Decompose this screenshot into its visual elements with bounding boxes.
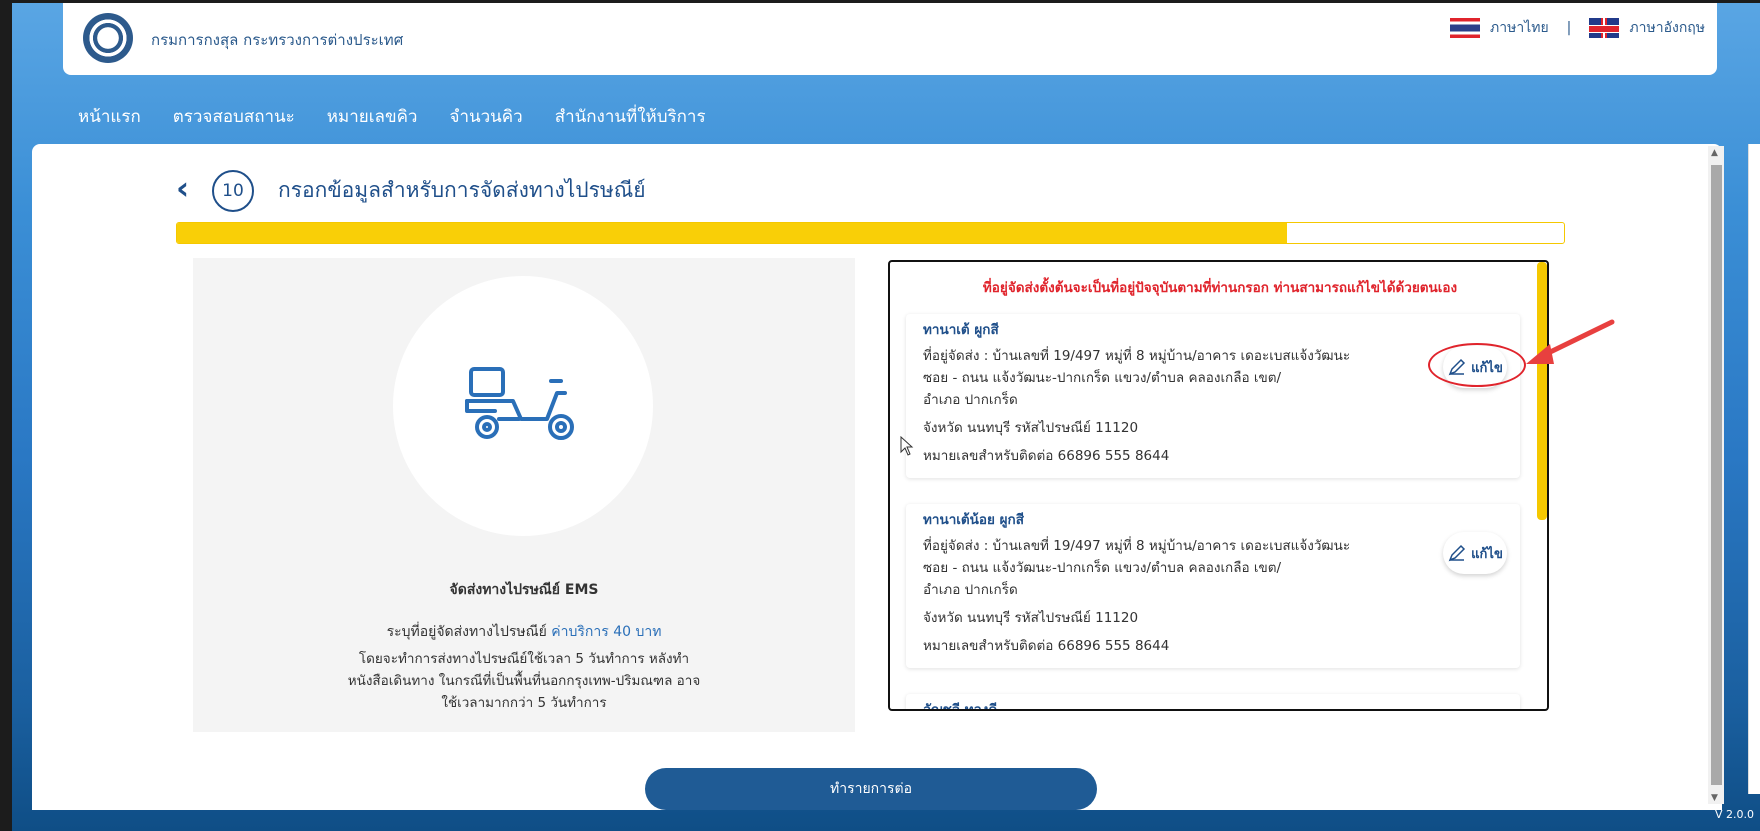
right-edge-panel [1748,144,1760,794]
address-list-scrollbar[interactable] [1537,262,1547,520]
back-chevron-icon[interactable]: ‹ [176,172,189,204]
address-phone: หมายเลขสำหรับติดต่อ 66896 555 8644 [923,638,1170,654]
lang-english-link[interactable]: ภาษาอังกฤษ [1629,17,1705,39]
address-card[interactable]: ทานาเต้ ผูกสี ที่อยู่จัดส่ง : บ้านเลขที่… [906,314,1520,478]
scroll-up-arrow-icon[interactable]: ▲ [1711,148,1718,158]
ems-address-label: ระบุที่อยู่จัดส่งทางไปรษณีย์ [386,624,547,640]
step-progress-bar [176,222,1565,244]
edit-address-button[interactable]: แก้ไข [1443,532,1507,574]
nav-home[interactable]: หน้าแรก [78,103,141,130]
ems-desc-line-1: โดยจะทำการส่งทางไปรษณีย์ใช้เวลา 5 วันทำก… [358,651,690,667]
address-phone: หมายเลขสำหรับติดต่อ 66896 555 8644 [923,448,1170,464]
continue-button[interactable]: ทำรายการต่อ [645,768,1097,810]
address-notice: ที่อยู่จัดส่งตั้งต้นจะเป็นที่อยู่ปัจจุบั… [982,280,1458,296]
address-line-1: ที่อยู่จัดส่ง : บ้านเลขที่ 19/497 หมู่ที… [923,538,1351,554]
address-recipient-name: ทานาเต้น้อย ผูกสี [923,512,1024,528]
ems-desc-line-3: ใช้เวลามากกว่า 5 วันทำการ [441,695,607,711]
step-progress-fill [177,223,1287,243]
address-line-1: ที่อยู่จัดส่ง : บ้านเลขที่ 19/497 หมู่ที… [923,348,1351,364]
address-line-3: อำเภอ ปากเกร็ด [923,582,1018,598]
nav-queue-count[interactable]: จำนวนคิว [449,103,522,130]
mouse-cursor-icon [900,436,914,456]
address-card[interactable]: ทานาเต้น้อย ผูกสี ที่อยู่จัดส่ง : บ้านเล… [906,504,1520,668]
scooter-icon-circle [393,276,653,536]
window-left-edge [0,0,12,831]
address-list-box[interactable]: ที่อยู่จัดส่งตั้งต้นจะเป็นที่อยู่ปัจจุบั… [888,260,1549,711]
address-line-4: จังหวัด นนทบุรี รหัสไปรษณีย์ 11120 [923,610,1139,626]
address-line-2: ซอย - ถนน แจ้งวัฒนะ-ปากเกร็ด แขวง/ตำบล ค… [923,370,1282,386]
uk-flag-icon[interactable] [1589,18,1620,38]
step-number-badge: 10 [212,170,254,212]
scroll-down-arrow-icon[interactable]: ▼ [1711,793,1718,803]
ems-desc-line-2: หนังสือเดินทาง ในกรณีที่เป็นพื้นที่นอกกร… [347,673,701,689]
org-name: กรมการกงสุล กระทรวงการต่างประเทศ [151,31,404,49]
address-line-2: ซอย - ถนน แจ้งวัฒนะ-ปากเกร็ด แขวง/ตำบล ค… [923,560,1282,576]
address-card[interactable]: อัญชลี ทองดี [906,694,1520,711]
thai-flag-icon[interactable] [1450,18,1481,38]
delivery-scooter-icon [465,367,574,440]
annotation-highlight-ring [1428,343,1526,387]
nav-queue-number[interactable]: หมายเลขคิว [327,103,418,130]
address-recipient-name: อัญชลี ทองดี [923,702,998,711]
ems-address-line: ระบุที่อยู่จัดส่งทางไปรษณีย์ ค่าบริการ 4… [193,621,855,643]
address-recipient-name: ทานาเต้ ผูกสี [923,322,999,338]
ems-option-card: จัดส่งทางไปรษณีย์ EMS ระบุที่อยู่จัดส่งท… [193,258,855,732]
edit-label: แก้ไข [1471,546,1503,562]
edit-pencil-icon [1448,544,1466,562]
ems-description: โดยจะทำการส่งทางไปรษณีย์ใช้เวลา 5 วันทำก… [323,648,725,714]
main-nav: หน้าแรก ตรวจสอบสถานะ หมายเลขคิว จำนวนคิว… [78,103,706,130]
step-title: กรอกข้อมูลสำหรับการจัดส่งทางไปรษณีย์ [278,178,646,202]
app-version: V 2.0.0 [1715,808,1755,821]
page-scrollbar-thumb[interactable] [1711,165,1722,785]
language-switcher: ภาษาไทย | ภาษาอังกฤษ [1450,17,1705,39]
lang-thai-link[interactable]: ภาษาไทย [1490,17,1549,39]
nav-check-status[interactable]: ตรวจสอบสถานะ [173,103,295,130]
nav-service-offices[interactable]: สำนักงานที่ให้บริการ [555,103,706,130]
ministry-logo [83,13,133,63]
ems-title: จัดส่งทางไปรษณีย์ EMS [449,582,599,598]
annotation-arrow-icon [1526,319,1615,364]
lang-separator: | [1566,20,1572,36]
top-header: กรมการกงสุล กระทรวงการต่างประเทศ ภาษาไทย… [63,3,1717,75]
address-line-3: อำเภอ ปากเกร็ด [923,392,1018,408]
ems-fee: ค่าบริการ 40 บาท [551,624,662,640]
address-line-4: จังหวัด นนทบุรี รหัสไปรษณีย์ 11120 [923,420,1139,436]
